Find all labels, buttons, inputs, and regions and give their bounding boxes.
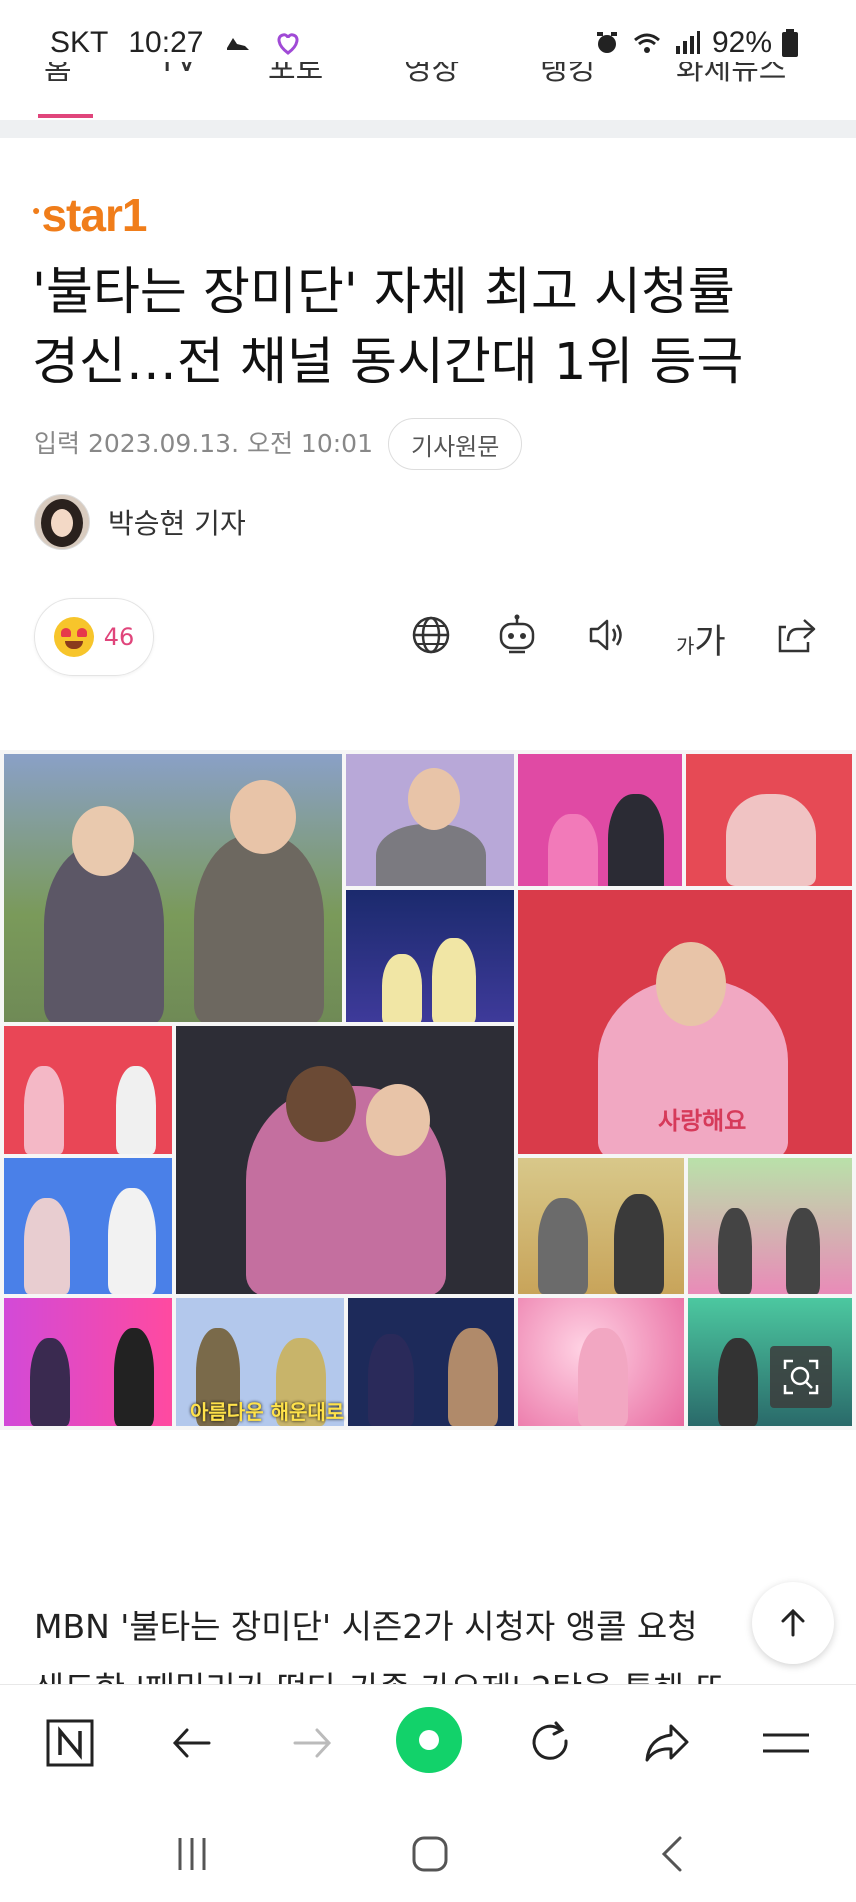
back-button[interactable] — [162, 1713, 222, 1773]
photo-tile-blue-duo — [4, 1158, 172, 1294]
browser-bottom-bar — [0, 1684, 856, 1805]
photo-tile-pink-purple — [4, 1298, 172, 1426]
article-headline: '불타는 장미단' 자체 최고 시청률 경신…전 채널 동시간대 1위 등극 — [32, 258, 832, 398]
tab-video[interactable]: 영상 — [404, 62, 459, 88]
system-back-icon[interactable] — [652, 1834, 692, 1874]
forward-arrow-icon — [293, 1728, 332, 1758]
robot-summary-icon[interactable] — [494, 612, 540, 658]
refresh-icon — [532, 1721, 568, 1760]
reaction-button[interactable]: 46 — [34, 598, 154, 676]
publish-date: 입력 2023.09.13. 오전 10:01 — [34, 429, 373, 458]
menu-button[interactable] — [756, 1713, 816, 1773]
publisher-logo[interactable]: ●star1 — [32, 188, 147, 242]
share-article-icon[interactable] — [774, 612, 820, 658]
photo-tile-gold-stage — [518, 1158, 684, 1294]
headline-line-1: '불타는 장미단' 자체 최고 시청률 — [32, 263, 735, 322]
home-square-icon[interactable] — [410, 1834, 450, 1874]
naver-home-button[interactable] — [40, 1713, 100, 1773]
globe-translate-icon[interactable] — [408, 612, 454, 658]
refresh-button[interactable] — [520, 1713, 580, 1773]
green-home-button[interactable] — [396, 1707, 462, 1773]
article-body: MBN '불타는 장미단' 시즌2가 시청자 앵콜 요청 쇄도한 '패밀리가 떴… — [34, 1596, 794, 1696]
photo-tile-embrace — [176, 1026, 514, 1294]
system-navigation-bar — [0, 1804, 856, 1902]
heart-link-icon — [277, 33, 299, 55]
tab-home[interactable]: 홈 — [44, 62, 72, 88]
photo-tile-hug-pink — [686, 754, 852, 886]
bottom-strip-caption: 아름다운 해운대로 — [190, 1400, 345, 1424]
battery-percent: 92% — [711, 26, 772, 59]
speaker-tts-icon[interactable] — [584, 612, 630, 658]
naver-n-icon — [46, 1719, 94, 1767]
clock: 10:27 — [128, 26, 204, 59]
tab-photo[interactable]: 포토 — [268, 62, 323, 88]
alarm-icon — [596, 32, 617, 53]
arrow-up-icon — [781, 1608, 805, 1637]
photo-tile-duet-stage — [4, 754, 342, 1022]
forward-button[interactable] — [282, 1713, 342, 1773]
reporter-name: 박승현 기자 — [108, 507, 246, 540]
signal-icon — [675, 31, 700, 54]
reporter-info[interactable]: 박승현 기자 — [34, 494, 246, 550]
running-shoe-icon — [227, 38, 250, 50]
photo-tile-heart-sign: 사랑해요 — [518, 890, 852, 1154]
active-tab-indicator — [38, 114, 93, 118]
battery-icon — [782, 29, 798, 57]
body-line-1: MBN '불타는 장미단' 시즌2가 시청자 앵콜 요청 — [34, 1607, 698, 1646]
font-size-small-glyph: 가 — [676, 634, 695, 658]
article-photo-collage[interactable]: 사랑해요 아름다운 해운대로 — [0, 750, 856, 1430]
menu-icon — [763, 1733, 809, 1753]
section-divider — [0, 120, 856, 138]
reporter-avatar — [34, 494, 90, 550]
share-icon — [645, 1724, 689, 1762]
section-tab-strip[interactable]: 홈 TV 포토 영상 랭킹 화제뉴스 — [0, 62, 856, 118]
font-size-large-glyph: 가 — [694, 622, 726, 662]
tab-trending[interactable]: 화제뉴스 — [676, 62, 786, 88]
photo-tile-duo-red — [4, 1026, 172, 1154]
share-button[interactable] — [636, 1713, 696, 1773]
photo-tile-pink-bokeh — [518, 1298, 684, 1426]
photo-tile-blue-stage — [346, 890, 514, 1022]
heart-sign-caption: 사랑해요 — [658, 1107, 747, 1135]
photo-tile-pastel-stage — [688, 1158, 852, 1294]
heart-eyes-emoji-icon — [53, 617, 94, 657]
scroll-to-top-button[interactable] — [752, 1582, 834, 1664]
reaction-count: 46 — [103, 623, 135, 651]
recent-apps-icon[interactable] — [172, 1834, 212, 1874]
font-size-button[interactable]: 가가 — [676, 614, 726, 663]
original-article-button[interactable]: 기사원문 — [388, 418, 523, 470]
zoom-magnifier-icon — [783, 1359, 819, 1395]
photo-tile-pink-duo — [518, 754, 682, 886]
wifi-icon — [633, 33, 660, 53]
tab-ranking[interactable]: 랭킹 — [540, 62, 595, 88]
tab-tv[interactable]: TV — [158, 62, 197, 79]
photo-tile-dark-duo — [348, 1298, 514, 1426]
publisher-logo-text: star1 — [41, 189, 147, 241]
carrier-label: SKT — [50, 26, 109, 59]
photo-tile-crying — [346, 754, 514, 886]
headline-line-2: 경신…전 채널 동시간대 1위 등극 — [32, 333, 744, 392]
photo-zoom-button[interactable] — [770, 1346, 832, 1408]
back-arrow-icon — [172, 1728, 211, 1758]
